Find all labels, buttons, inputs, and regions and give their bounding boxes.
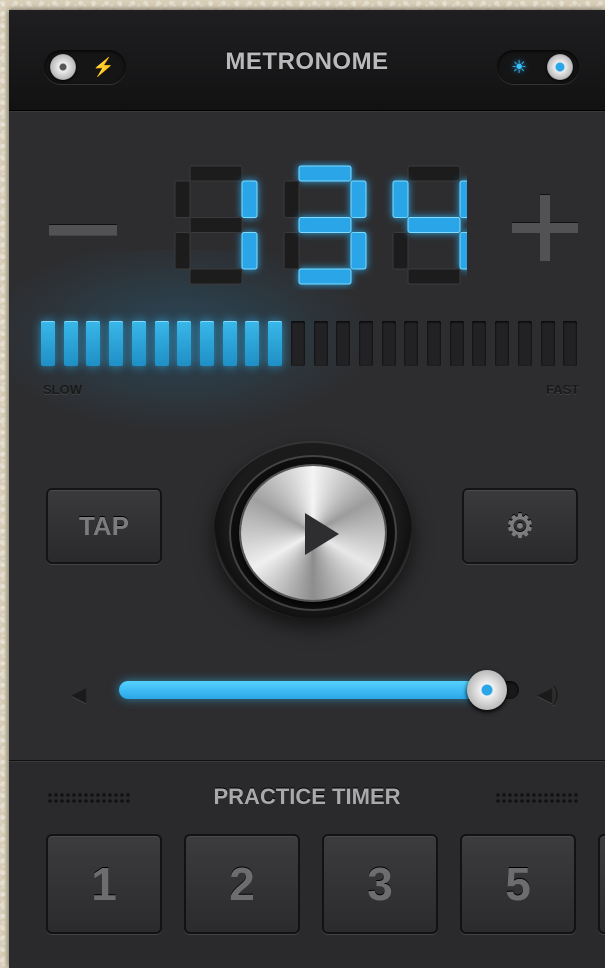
meter-segment-unlit bbox=[563, 321, 577, 366]
tap-button[interactable]: TAP bbox=[46, 488, 162, 564]
meter-segment-lit bbox=[268, 321, 282, 366]
digit-segment-unlit bbox=[283, 180, 300, 218]
digit-segment-lit bbox=[298, 268, 352, 285]
grip-dots bbox=[495, 792, 579, 804]
meter-segment-lit bbox=[132, 321, 146, 366]
play-icon bbox=[305, 513, 339, 555]
header-bar: ⚡ METRONOME ☀ bbox=[9, 10, 605, 111]
timer-option-5[interactable]: 5 bbox=[460, 834, 576, 934]
meter-segment-lit bbox=[86, 321, 100, 366]
meter-segment-unlit bbox=[382, 321, 396, 366]
digit-segment-lit bbox=[298, 165, 352, 182]
digit-segment-unlit bbox=[174, 232, 191, 270]
digit-segment-lit bbox=[459, 232, 476, 270]
meter-segment-lit bbox=[155, 321, 169, 366]
tempo-meter[interactable] bbox=[41, 321, 586, 366]
meter-segment-unlit bbox=[472, 321, 486, 366]
volume-low-icon: ◀ bbox=[71, 684, 87, 706]
meter-segment-unlit bbox=[495, 321, 509, 366]
timer-option-3[interactable]: 3 bbox=[322, 834, 438, 934]
digit-segment-unlit bbox=[283, 232, 300, 270]
bpm-display bbox=[167, 160, 476, 290]
slow-label: SLOW bbox=[43, 382, 82, 397]
digit-segment-lit bbox=[350, 180, 367, 218]
volume-fill bbox=[119, 681, 487, 699]
meter-segment-unlit bbox=[291, 321, 305, 366]
digit-segment-lit bbox=[459, 180, 476, 218]
digit-segment-unlit bbox=[407, 165, 461, 182]
meter-segment-unlit bbox=[314, 321, 328, 366]
meter-segment-unlit bbox=[427, 321, 441, 366]
digit-segment-unlit bbox=[189, 268, 243, 285]
fast-label: FAST bbox=[546, 382, 580, 397]
meter-segment-unlit bbox=[450, 321, 464, 366]
meter-segment-lit bbox=[177, 321, 191, 366]
digit-segment-lit bbox=[241, 232, 258, 270]
meter-segment-lit bbox=[223, 321, 237, 366]
meter-segment-lit bbox=[41, 321, 55, 366]
meter-segment-lit bbox=[109, 321, 123, 366]
meter-segment-unlit bbox=[336, 321, 350, 366]
meter-segment-unlit bbox=[359, 321, 373, 366]
settings-button[interactable]: ⚙ bbox=[462, 488, 578, 564]
timer-option-2[interactable]: 2 bbox=[184, 834, 300, 934]
timer-option-1[interactable]: 1 bbox=[46, 834, 162, 934]
digit-segment-lit bbox=[350, 232, 367, 270]
digit-segment-lit bbox=[298, 217, 352, 233]
digit-segment-unlit bbox=[189, 165, 243, 182]
toggle-knob[interactable] bbox=[547, 54, 573, 80]
digit-segment-unlit bbox=[174, 180, 191, 218]
digit-segment-unlit bbox=[407, 268, 461, 285]
volume-slider-thumb[interactable] bbox=[467, 670, 507, 710]
volume-high-icon: ◀) bbox=[537, 684, 560, 706]
meter-segment-lit bbox=[64, 321, 78, 366]
flash-toggle[interactable]: ☀ bbox=[497, 50, 579, 84]
digit-segment-unlit bbox=[392, 232, 409, 270]
digit-segment-lit bbox=[241, 180, 258, 218]
metronome-app: ⚡ METRONOME ☀ SLOW FAST TAP ⚙ ◀ ◀) PRACT… bbox=[9, 10, 605, 968]
meter-segment-unlit bbox=[404, 321, 418, 366]
digit-segment-lit bbox=[407, 217, 461, 233]
meter-segment-unlit bbox=[541, 321, 555, 366]
meter-segment-lit bbox=[200, 321, 214, 366]
timer-option-more[interactable] bbox=[598, 834, 605, 934]
decrease-tempo-button[interactable] bbox=[49, 225, 117, 235]
bpm-digits bbox=[174, 165, 476, 285]
digit-segment-lit bbox=[392, 180, 409, 218]
meter-segment-lit bbox=[245, 321, 259, 366]
digit-segment-unlit bbox=[189, 217, 243, 233]
meter-segment-unlit bbox=[518, 321, 532, 366]
sun-icon: ☀ bbox=[511, 57, 528, 77]
gear-icon: ⚙ bbox=[505, 508, 535, 544]
increase-tempo-button[interactable] bbox=[512, 195, 578, 261]
